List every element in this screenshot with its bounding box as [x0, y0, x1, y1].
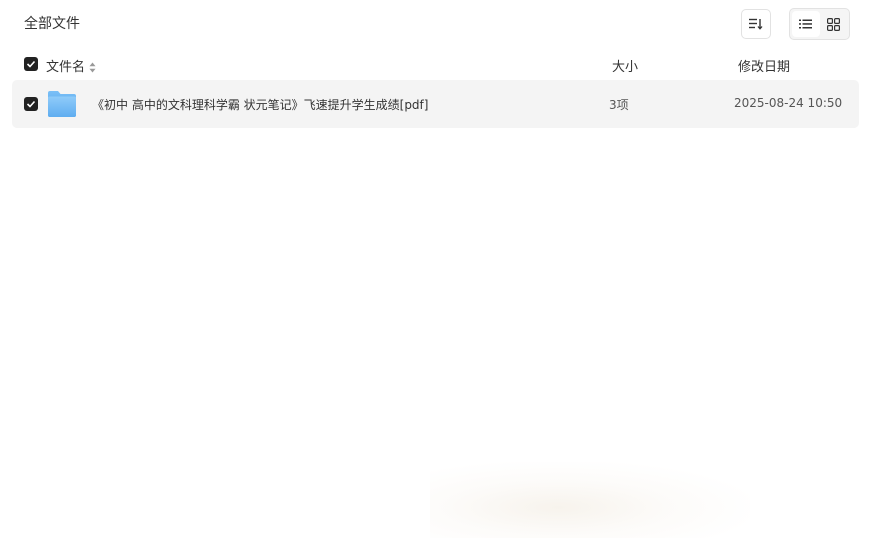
select-all-checkbox[interactable]	[24, 57, 38, 71]
list-view-icon	[799, 19, 813, 29]
row-checkbox[interactable]	[24, 97, 38, 111]
background-glow	[430, 462, 750, 538]
sort-button[interactable]	[741, 9, 771, 39]
file-browser: 全部文件 文件名 大小 修改日期 《初中 高中的文科理科学霸 状元笔记》飞速提升…	[0, 0, 874, 538]
grid-view-button[interactable]	[820, 11, 848, 37]
check-icon	[26, 60, 36, 68]
column-name-header[interactable]: 文件名	[46, 56, 85, 75]
folder-icon	[48, 91, 76, 117]
column-date-header[interactable]: 修改日期	[738, 56, 790, 75]
file-modified-date: 2025-08-24 10:50	[734, 96, 843, 110]
sort-caret-icon[interactable]	[89, 58, 96, 77]
grid-view-icon	[826, 17, 840, 31]
view-mode-toggle	[789, 8, 850, 40]
file-size: 3项	[609, 98, 629, 112]
file-row[interactable]: 《初中 高中的文科理科学霸 状元笔记》飞速提升学生成绩[pdf] 3项 2025…	[12, 80, 859, 128]
column-size-header[interactable]: 大小	[612, 56, 638, 75]
column-header-row: 文件名 大小 修改日期	[0, 54, 874, 77]
sort-list-icon	[749, 18, 763, 30]
check-icon	[26, 100, 36, 108]
file-name[interactable]: 《初中 高中的文科理科学霸 状元笔记》飞速提升学生成绩[pdf]	[92, 96, 428, 113]
page-title: 全部文件	[24, 16, 80, 32]
list-view-button[interactable]	[792, 11, 820, 37]
